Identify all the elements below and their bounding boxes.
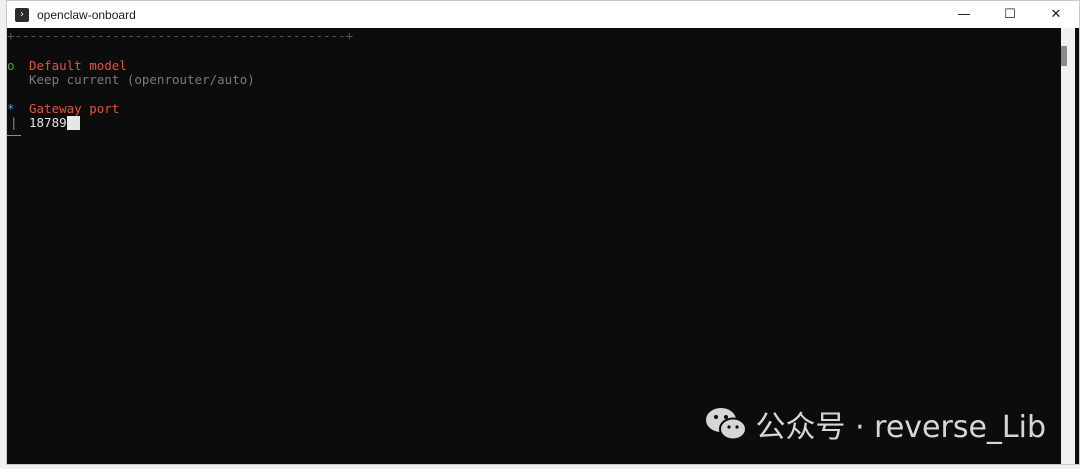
powershell-icon: › [15, 7, 29, 22]
step-complete-bullet: o [7, 58, 15, 73]
terminal-output[interactable]: +---------------------------------------… [7, 28, 1057, 464]
wechat-icon [705, 408, 747, 441]
scrollbar[interactable] [1057, 28, 1079, 464]
window-title: openclaw-onboard [37, 7, 136, 22]
scrollbar-track [1061, 28, 1075, 464]
title-bar[interactable]: › openclaw-onboard — ☐ ✕ [7, 1, 1079, 28]
gateway-port-input[interactable]: 18789 [29, 115, 80, 131]
watermark-text: 公众号 · reverse_Lib [755, 410, 1046, 445]
terminal-window: › openclaw-onboard — ☐ ✕ +--------------… [6, 0, 1080, 465]
close-button[interactable]: ✕ [1033, 1, 1079, 28]
desktop: › openclaw-onboard — ☐ ✕ +--------------… [0, 0, 1080, 469]
scrollbar-thumb[interactable] [1061, 46, 1067, 66]
watermark: 公众号 · reverse_Lib [704, 402, 1046, 446]
step-underline [7, 135, 21, 136]
maximize-button[interactable]: ☐ [987, 1, 1033, 28]
window-controls: — ☐ ✕ [941, 1, 1079, 28]
text-cursor [66, 116, 80, 130]
default-model-value: Keep current (openrouter/auto) [29, 72, 255, 87]
step-active-bar: | [10, 115, 18, 130]
gateway-port-value: 18789 [29, 115, 67, 130]
minimize-button[interactable]: — [941, 1, 987, 28]
box-border-line: +---------------------------------------… [7, 28, 354, 43]
